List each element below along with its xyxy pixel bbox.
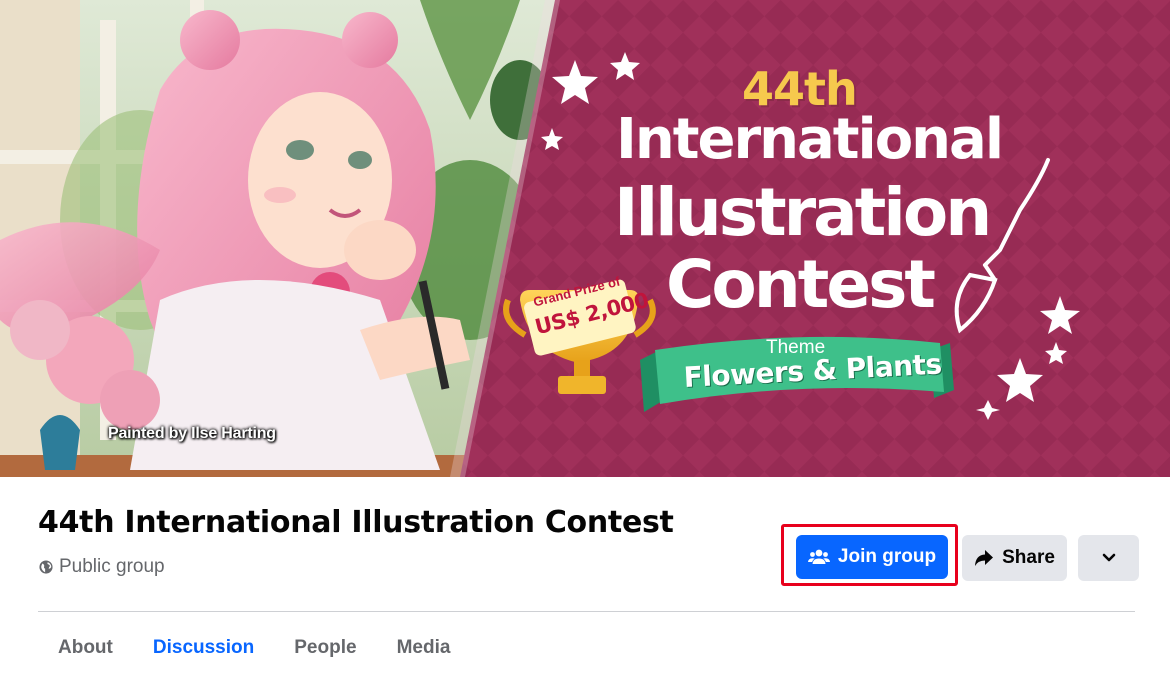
group-title[interactable]: 44th International Illustration Contest	[38, 505, 674, 540]
banner-headline-line2: Illustration	[614, 174, 992, 251]
tab-discussion[interactable]: Discussion	[133, 624, 274, 672]
more-options-button[interactable]	[1078, 535, 1139, 581]
people-icon	[807, 549, 830, 564]
share-button[interactable]: Share	[962, 535, 1067, 581]
chevron-down-icon	[1102, 553, 1115, 562]
tab-about[interactable]: About	[38, 624, 133, 672]
tab-people[interactable]: People	[274, 624, 376, 672]
banner-number: 44th	[742, 62, 858, 116]
join-group-button[interactable]: Join group	[796, 535, 948, 579]
group-tabs: About Discussion People Media	[38, 624, 470, 672]
tab-media[interactable]: Media	[377, 624, 471, 672]
banner-headline-line3: Contest	[666, 246, 936, 323]
cover-credit: Painted by Ilse Harting	[108, 425, 276, 442]
privacy-label: Public group	[59, 556, 165, 577]
header-divider	[38, 611, 1135, 612]
join-group-label: Join group	[837, 546, 937, 567]
cover-illustration	[0, 0, 1170, 477]
group-privacy: Public group	[39, 556, 165, 578]
globe-icon	[39, 560, 53, 574]
share-label: Share	[1002, 547, 1055, 568]
share-arrow-icon	[975, 550, 994, 566]
banner-headline-line1: International	[616, 107, 1004, 172]
cover-photo[interactable]: Painted by Ilse Harting 44th Internation…	[0, 0, 1170, 477]
